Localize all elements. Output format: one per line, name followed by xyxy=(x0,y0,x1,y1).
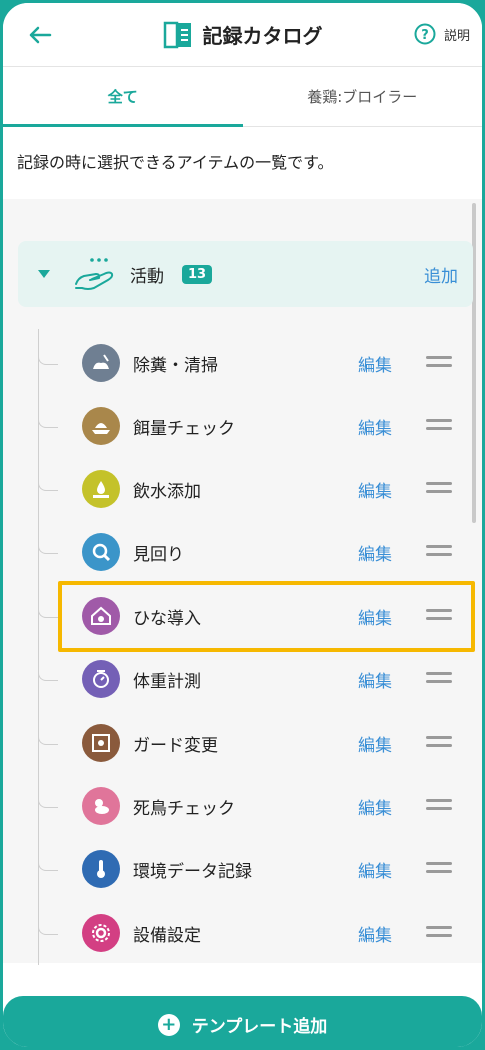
list-item: 除糞・清掃 編集 xyxy=(3,333,482,393)
item-label: 体重計測 xyxy=(133,671,201,692)
list-item: 環境データ記録 編集 xyxy=(3,839,482,899)
item-label: 除糞・清掃 xyxy=(133,355,218,376)
help-button[interactable]: ? 説明 xyxy=(414,23,470,45)
item-label: 死鳥チェック xyxy=(133,798,235,819)
thermometer-icon xyxy=(82,850,120,888)
list-item: 体重計測 編集 xyxy=(3,649,482,709)
item-label: 環境データ記録 xyxy=(133,861,252,882)
list-item: ガード変更 編集 xyxy=(3,713,482,773)
tab-all[interactable]: 全て xyxy=(3,67,243,127)
tree-branch xyxy=(38,544,58,554)
tree-branch xyxy=(38,418,58,428)
tree-branch xyxy=(38,861,58,871)
caret-down-icon[interactable] xyxy=(38,270,50,278)
edit-button[interactable]: 編集 xyxy=(358,477,392,502)
list-item: 死鳥チェック 編集 xyxy=(3,776,482,836)
list-item: 餌量チェック 編集 xyxy=(3,396,482,456)
plus-circle-icon: + xyxy=(157,1013,180,1036)
tree-branch xyxy=(38,481,58,491)
feed-icon xyxy=(82,407,120,445)
title-group: 記録カタログ xyxy=(163,20,323,49)
page-title: 記録カタログ xyxy=(202,24,323,48)
drag-handle-icon[interactable] xyxy=(426,862,452,876)
add-link[interactable]: 追加 xyxy=(424,262,458,287)
patrol-icon xyxy=(82,533,120,571)
question-circle-icon: ? xyxy=(414,23,436,45)
edit-button[interactable]: 編集 xyxy=(358,921,392,946)
add-template-label: テンプレート追加 xyxy=(191,1017,328,1037)
edit-button[interactable]: 編集 xyxy=(358,667,392,692)
svg-text:?: ? xyxy=(421,28,429,43)
edit-button[interactable]: 編集 xyxy=(358,540,392,565)
item-label: 飲水添加 xyxy=(133,481,201,502)
tab-bar: 全て 養鶏:ブロイラー xyxy=(3,67,482,127)
tree-branch xyxy=(38,798,58,808)
back-button[interactable] xyxy=(25,21,55,49)
item-label: ガード変更 xyxy=(133,735,218,756)
tree-branch xyxy=(38,355,58,365)
edit-button[interactable]: 編集 xyxy=(358,351,392,376)
edit-button[interactable]: 編集 xyxy=(358,731,392,756)
item-label: 設備設定 xyxy=(133,925,201,946)
list-item: 飲水添加 編集 xyxy=(3,459,482,519)
cleaning-icon xyxy=(82,344,120,382)
edit-button[interactable]: 編集 xyxy=(358,414,392,439)
drag-handle-icon[interactable] xyxy=(426,672,452,686)
guard-icon xyxy=(82,724,120,762)
item-label: 見回り xyxy=(133,544,184,565)
list-item: 設備設定 編集 xyxy=(3,903,482,963)
hand-with-dots-icon xyxy=(75,258,114,290)
add-template-button[interactable]: + テンプレート追加 xyxy=(3,996,482,1047)
drag-handle-icon[interactable] xyxy=(426,545,452,559)
gear-icon xyxy=(82,914,120,952)
edit-button[interactable]: 編集 xyxy=(358,857,392,882)
water-icon xyxy=(82,470,120,508)
drag-handle-icon[interactable] xyxy=(426,736,452,750)
tree-branch xyxy=(38,671,58,681)
drag-handle-icon[interactable] xyxy=(426,419,452,433)
drag-handle-icon[interactable] xyxy=(426,799,452,813)
tree-branch xyxy=(38,735,58,745)
edit-button[interactable]: 編集 xyxy=(358,794,392,819)
scale-icon xyxy=(82,660,120,698)
bird-icon xyxy=(82,787,120,825)
header: 記録カタログ ? 説明 xyxy=(3,3,482,67)
tab-broiler[interactable]: 養鶏:ブロイラー xyxy=(243,67,483,126)
arrow-left-icon xyxy=(29,26,52,44)
highlight-box xyxy=(58,581,475,652)
tree-branch xyxy=(38,608,58,618)
help-label: 説明 xyxy=(443,28,470,44)
drag-handle-icon[interactable] xyxy=(426,926,452,940)
list-item: 見回り 編集 xyxy=(3,522,482,582)
drag-handle-icon[interactable] xyxy=(426,482,452,496)
tree-branch xyxy=(38,925,58,935)
app-frame: 記録カタログ ? 説明 全て 養鶏:ブロイラー 記録の時に選択できるアイテムの一… xyxy=(0,0,485,1050)
item-label: 餌量チェック xyxy=(133,418,235,439)
catalog-book-icon xyxy=(163,21,191,48)
category-label: 活動 xyxy=(130,266,164,287)
drag-handle-icon[interactable] xyxy=(426,356,452,370)
count-badge: 13 xyxy=(182,264,213,284)
category-header-activity[interactable]: 活動 13 追加 xyxy=(18,241,473,307)
description-text: 記録の時に選択できるアイテムの一覧です。 xyxy=(17,153,334,172)
